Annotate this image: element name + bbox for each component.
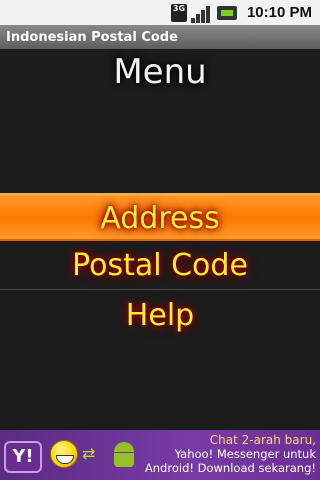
yahoo-logo-icon: Y! — [4, 441, 42, 473]
divider — [0, 289, 320, 290]
ad-text: Chat 2-arah baru, Yahoo! Messenger untuk… — [142, 433, 316, 475]
clock: 10:10 PM — [246, 4, 312, 21]
android-icon — [112, 442, 136, 470]
menu-item-postal-code[interactable]: Postal Code — [0, 242, 320, 290]
ad-line-2: Yahoo! Messenger untuk — [174, 447, 316, 461]
app-title: Indonesian Postal Code — [6, 29, 178, 45]
ad-line-1: Chat 2-arah baru, — [209, 433, 316, 447]
screen: 3G 10:10 PM Indonesian Postal Code Menu … — [0, 0, 320, 480]
signal-icon — [190, 3, 211, 23]
battery-icon — [216, 5, 237, 20]
app-title-bar: Indonesian Postal Code — [0, 25, 320, 49]
menu-heading: Menu — [113, 52, 207, 92]
arrows-icon: ⇄ — [82, 444, 96, 463]
ad-banner[interactable]: Y! ⇄ Chat 2-arah baru, Yahoo! Messenger … — [0, 430, 320, 480]
3g-icon: 3G — [170, 3, 187, 22]
menu-item-help[interactable]: Help — [0, 292, 320, 340]
status-bar: 3G 10:10 PM — [0, 0, 320, 25]
ad-line-3: Android! Download sekarang! — [144, 461, 316, 475]
menu-item-address[interactable]: Address — [0, 193, 320, 241]
smiley-icon — [50, 440, 78, 468]
